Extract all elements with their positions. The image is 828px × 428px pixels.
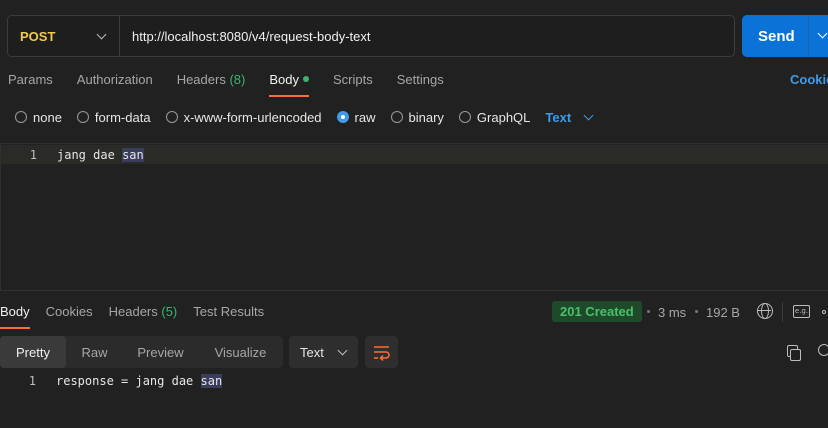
request-tabs: Params Authorization Headers (8) Body Sc… — [8, 72, 468, 97]
tab-label: Settings — [396, 72, 444, 87]
radio-circle-icon — [15, 111, 27, 123]
line-number: 1 — [28, 374, 36, 388]
radio-raw[interactable]: raw — [336, 109, 376, 125]
response-code-text: response = jang dae san — [56, 374, 223, 388]
radio-label: GraphQL — [476, 109, 531, 125]
view-tab-raw[interactable]: Raw — [66, 336, 123, 368]
radio-circle-icon — [390, 111, 403, 123]
tab-label: Params — [8, 72, 53, 87]
more-options-icon[interactable] — [822, 310, 826, 314]
radio-circle-icon — [165, 111, 178, 123]
raw-format-select[interactable]: Text — [545, 109, 594, 125]
response-text-highlighted: san — [200, 374, 223, 388]
send-label: Send — [758, 27, 795, 45]
send-divider — [808, 15, 809, 57]
tab-response-body[interactable]: Body — [0, 304, 30, 329]
response-size[interactable]: 192 B — [706, 305, 740, 320]
radio-binary[interactable]: binary — [390, 109, 444, 125]
radio-label: none — [33, 109, 62, 125]
code-word: dae — [93, 147, 115, 162]
separator-dot — [647, 310, 650, 313]
url-bar: POST http://localhost:8080/v4/request-bo… — [7, 15, 735, 57]
radio-form-data[interactable]: form-data — [76, 109, 151, 125]
wrap-lines-button[interactable] — [365, 336, 398, 368]
tab-label: Test Results — [193, 304, 265, 319]
tab-label: Cookies — [45, 304, 93, 319]
radio-selected-icon — [336, 111, 349, 123]
code-text: jang dae san — [57, 147, 144, 162]
response-view-tabs: Pretty Raw Preview Visualize — [0, 336, 283, 368]
separator-dot — [695, 310, 698, 313]
code-word: jang — [57, 147, 86, 162]
request-body-editor[interactable]: 1 jang dae san — [0, 143, 828, 290]
response-time[interactable]: 3 ms — [658, 305, 686, 320]
response-tabs: Body Cookies Headers (5) Test Results — [0, 304, 280, 329]
code-word-highlighted: san — [122, 147, 144, 162]
globe-icon[interactable] — [757, 303, 773, 319]
view-tab-pretty[interactable]: Pretty — [0, 336, 66, 368]
view-tab-visualize[interactable]: Visualize — [198, 336, 283, 368]
tab-response-headers[interactable]: Headers (5) — [109, 304, 178, 328]
save-example-icon[interactable]: e.g. — [793, 305, 810, 318]
tab-label: Scripts — [332, 72, 373, 87]
view-tab-preview[interactable]: Preview — [123, 336, 198, 368]
line-number: 1 — [29, 147, 37, 162]
cookies-link[interactable]: Cookie — [790, 72, 828, 87]
tab-scripts[interactable]: Scripts — [333, 72, 373, 96]
tab-label: Headers — [108, 304, 158, 319]
radio-none[interactable]: none — [15, 110, 62, 125]
method-label: POST — [20, 28, 56, 44]
body-type-options: none form-data x-www-form-urlencoded raw… — [15, 108, 594, 126]
modified-dot-icon — [302, 76, 309, 82]
pane-divider[interactable] — [0, 290, 828, 291]
send-button[interactable]: Send — [742, 15, 828, 57]
tab-label: Authorization — [76, 72, 153, 87]
radio-graphql[interactable]: GraphQL — [458, 109, 531, 125]
chevron-down-icon — [96, 29, 107, 39]
chevron-down-icon — [583, 110, 594, 120]
editor-line: 1 jang dae san — [1, 145, 828, 164]
radio-urlencoded[interactable]: x-www-form-urlencoded — [165, 109, 322, 125]
radio-circle-icon — [458, 111, 471, 123]
response-format-select[interactable]: Text — [289, 336, 358, 368]
tab-body[interactable]: Body — [269, 72, 309, 97]
search-icon[interactable] — [818, 344, 828, 356]
divider — [782, 302, 783, 322]
tab-authorization[interactable]: Authorization — [77, 72, 153, 96]
response-format-label: Text — [300, 344, 324, 360]
headers-count: (5) — [161, 304, 178, 319]
radio-label: x-www-form-urlencoded — [183, 109, 322, 125]
method-select[interactable]: POST — [8, 16, 120, 56]
radio-circle-icon — [76, 111, 89, 123]
url-input[interactable]: http://localhost:8080/v4/request-body-te… — [120, 29, 370, 44]
radio-label: form-data — [94, 109, 151, 125]
response-body-line: 1 response = jang dae san — [0, 372, 223, 390]
tab-label: Body — [0, 304, 30, 319]
chevron-down-icon — [337, 345, 348, 355]
radio-label: raw — [354, 109, 376, 125]
radio-label: binary — [408, 109, 444, 125]
headers-count: (8) — [229, 72, 246, 87]
tab-response-cookies[interactable]: Cookies — [46, 304, 93, 328]
tab-params[interactable]: Params — [8, 72, 53, 96]
status-badge[interactable]: 201 Created — [552, 301, 642, 322]
response-text: response = jang dae — [56, 374, 201, 388]
tab-settings[interactable]: Settings — [397, 72, 444, 96]
wrap-lines-icon — [374, 346, 390, 362]
tab-label: Body — [269, 72, 299, 87]
chevron-down-icon[interactable] — [817, 28, 828, 39]
copy-icon[interactable] — [787, 345, 801, 361]
raw-format-label: Text — [545, 109, 572, 125]
tab-label: Headers — [176, 72, 226, 87]
tab-test-results[interactable]: Test Results — [193, 304, 264, 328]
tab-headers[interactable]: Headers (8) — [177, 72, 246, 96]
